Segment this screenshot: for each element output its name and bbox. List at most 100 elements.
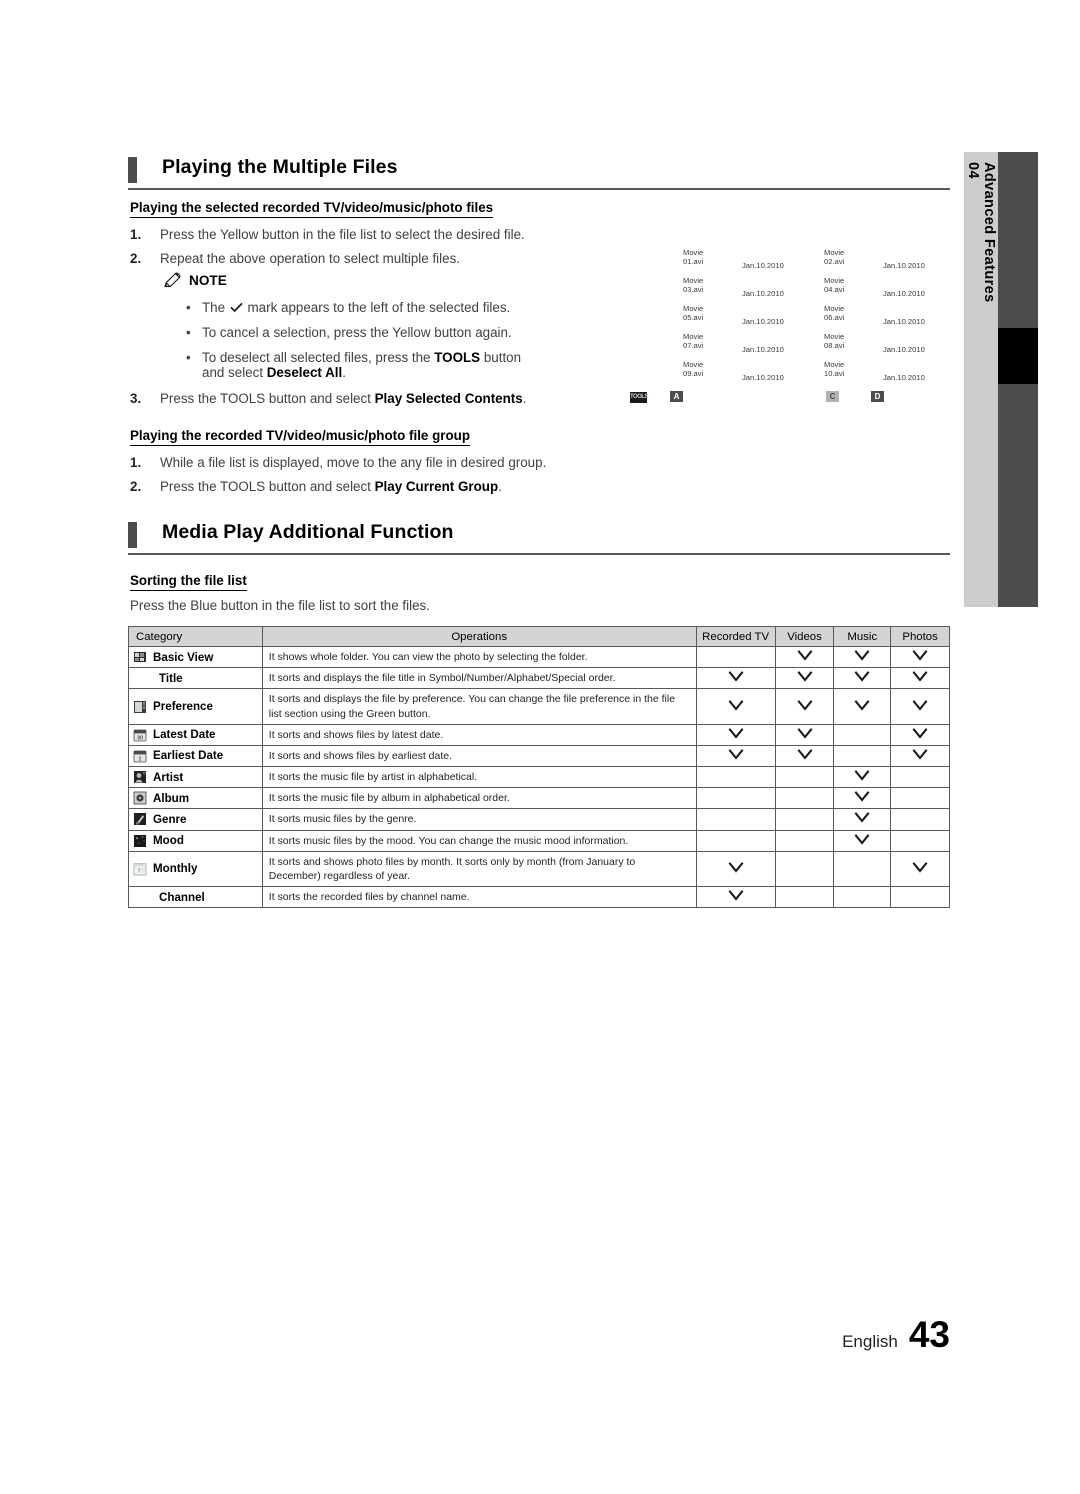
- table-row: Preference It sorts and displays the file…: [128, 688, 950, 725]
- table-cell-videos: [774, 808, 835, 831]
- category-label: Mood: [153, 834, 184, 848]
- bullet-dot: •: [186, 350, 191, 365]
- sorting-intro-text: Press the Blue button in the file list t…: [130, 598, 430, 613]
- category-label: Monthly: [153, 862, 198, 876]
- table-cell-photos: [890, 808, 950, 831]
- checkmark-icon: [854, 812, 870, 824]
- table-row: 1 Earliest Date It sorts and shows files b…: [128, 744, 950, 768]
- table-row: Channel It sorts the recorded files by ch…: [128, 886, 950, 909]
- checkmark-icon: [912, 699, 928, 711]
- table-cell-recorded-tv: [695, 808, 776, 831]
- column-header-category: Category: [128, 626, 263, 647]
- table-cell-videos: [774, 667, 835, 690]
- table-row: Title It sorts and displays the file titl…: [128, 667, 950, 690]
- table-cell-recorded-tv: [695, 787, 776, 810]
- operations-text: It sorts and displays the file title in …: [268, 672, 616, 685]
- note-bullet-line2-post: .: [342, 365, 346, 380]
- step-2-repeat-operation: 2. Repeat the above operation to select m…: [130, 251, 460, 266]
- section-title: Playing the Multiple Files: [162, 156, 398, 178]
- table-cell-recorded-tv: [695, 688, 776, 725]
- table-cell-category: 7 Monthly: [128, 850, 263, 888]
- table-cell-photos: [890, 850, 950, 888]
- checkmark-icon: [912, 650, 928, 661]
- category-label: Album: [153, 791, 190, 805]
- table-cell-recorded-tv: [695, 723, 776, 746]
- note-bullet-pre: The: [202, 300, 229, 315]
- checkmark-icon: [854, 791, 870, 802]
- d-button-icon[interactable]: D: [871, 391, 884, 402]
- file-name: Movie 03.avi: [683, 276, 704, 294]
- side-tab-number: 04: [965, 162, 981, 179]
- operations-text: It sorts the music file by artist in alp…: [268, 771, 478, 784]
- table-cell-music: [833, 688, 892, 725]
- group-step-2-play-current-group: 2. Press the TOOLS button and select Play…: [130, 479, 502, 494]
- step-text-pre: Press the TOOLS button and select: [160, 479, 375, 494]
- table-cell-photos: [890, 829, 950, 852]
- table-cell-category: Preference: [128, 688, 263, 725]
- column-header-operations: Operations: [261, 626, 697, 647]
- table-cell-music: [833, 850, 892, 888]
- step-text-post: .: [522, 391, 527, 406]
- note-bullet-deselect-all: • To deselect all selected files, press t…: [186, 350, 521, 380]
- section-rule: [128, 553, 950, 555]
- file-name: Movie 05.avi: [683, 304, 704, 322]
- table-cell-photos: [890, 886, 950, 909]
- table-cell-category: Album: [128, 787, 263, 810]
- table-row: Artist It sorts the music file by artist …: [128, 766, 950, 789]
- a-button-icon[interactable]: A: [670, 391, 683, 402]
- subheading-playing-file-group: Playing the recorded TV/video/music/phot…: [130, 428, 471, 446]
- table-cell-operations: It sorts and shows files by latest date.: [261, 723, 697, 746]
- note-bullet-cancel-selection: • To cancel a selection, press the Yellow…: [186, 325, 512, 340]
- checkmark-icon: [854, 699, 870, 711]
- table-cell-music: [833, 787, 892, 810]
- note-bullet-mid: button: [480, 350, 522, 365]
- operations-text: It sorts music files by the genre.: [268, 813, 417, 826]
- note-bullet-pre: To deselect all selected files, press th…: [202, 350, 435, 365]
- note-bullet-checkmark: • The mark appears to the left of the sel…: [186, 300, 510, 315]
- file-name: Movie 06.avi: [824, 304, 845, 322]
- table-cell-music: [833, 766, 892, 789]
- table-row: Genre It sorts music files by the genre.: [128, 808, 950, 831]
- file-name: Movie 01.avi: [683, 248, 704, 266]
- note-bullet-deselect-label: Deselect All: [266, 365, 343, 380]
- checkmark-icon: [912, 749, 928, 760]
- table-cell-operations: It shows whole folder. You can view the …: [261, 645, 697, 669]
- table-cell-photos: [890, 645, 950, 669]
- operations-text: It sorts music files by the mood. You ca…: [268, 834, 629, 847]
- basic-view-icon: [134, 652, 146, 663]
- table-cell-photos: [890, 766, 950, 789]
- operations-text: It shows whole folder. You can view the …: [268, 651, 588, 663]
- checkmark-icon: [854, 770, 870, 781]
- column-header-photos: Photos: [890, 626, 950, 647]
- table-cell-category: Genre: [128, 808, 263, 831]
- file-date: Jan.10.2010: [883, 261, 925, 270]
- c-button-icon[interactable]: C: [826, 391, 839, 402]
- step-number: 2.: [130, 479, 142, 494]
- note-bullet-line2: and select Deselect All.: [186, 365, 521, 380]
- table-cell-operations: It sorts and displays the file title in …: [261, 667, 697, 690]
- checkmark-icon: [797, 699, 813, 711]
- table-cell-videos: [774, 723, 835, 746]
- file-date: Jan.10.2010: [742, 373, 784, 382]
- table-cell-music: [833, 645, 892, 669]
- svg-text:1: 1: [139, 756, 142, 762]
- step-1-select-file: 1. Press the Yellow button in the file li…: [130, 227, 525, 242]
- table-cell-operations: It sorts the music file by album in alph…: [261, 787, 697, 810]
- file-date: Jan.10.2010: [883, 317, 925, 326]
- file-date: Jan.10.2010: [883, 373, 925, 382]
- checkmark-icon: [797, 650, 813, 661]
- category-label: Title: [159, 671, 183, 685]
- tools-button-icon[interactable]: TOOLS: [630, 392, 649, 403]
- operations-text: It sorts and shows photo files by month.…: [268, 855, 636, 882]
- preference-icon: [134, 700, 146, 713]
- section-heading-media-play-additional-function: Media Play Additional Function: [128, 521, 950, 555]
- step-text: Repeat the above operation to select mul…: [160, 251, 460, 266]
- file-name: Movie 02.avi: [824, 248, 845, 266]
- table-cell-videos: [774, 829, 835, 852]
- table-cell-recorded-tv: [695, 850, 776, 888]
- table-cell-operations: It sorts music files by the genre.: [261, 808, 697, 831]
- step-text: Press the Yellow button in the file list…: [160, 227, 525, 242]
- svg-text:7: 7: [138, 868, 141, 874]
- operations-text: It sorts and displays the file by prefer…: [268, 693, 676, 720]
- step-number: 2.: [130, 251, 142, 266]
